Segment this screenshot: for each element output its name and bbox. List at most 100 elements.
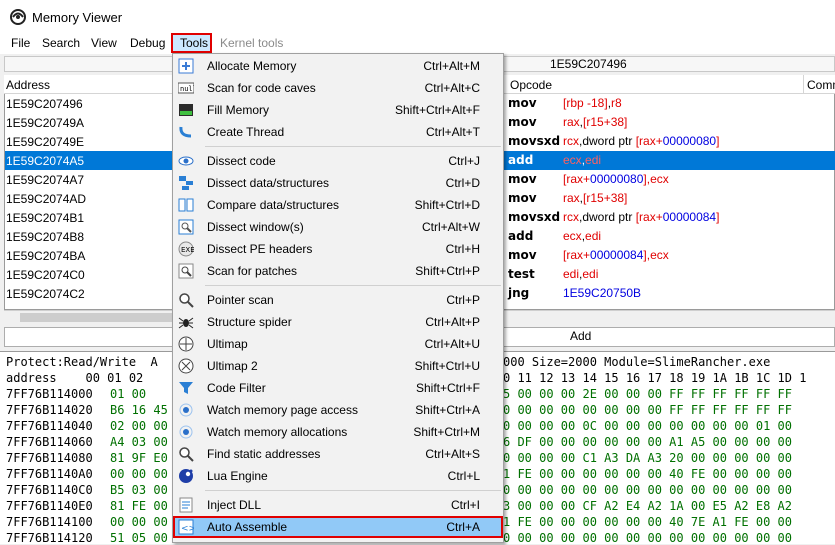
menu-item-pointer-scan[interactable]: Pointer scan Ctrl+P [173, 289, 503, 311]
hex-row-bytes-left[interactable]: B5 03 00 [110, 483, 168, 497]
hex-row-bytes-left[interactable]: B6 16 45 [110, 403, 168, 417]
disasm-address: 1E59C2074C2 [6, 287, 85, 301]
hex-row-address[interactable]: 7FF76B114100 [6, 515, 93, 529]
hex-row-bytes-left[interactable]: 02 00 00 [110, 419, 168, 433]
menu-tools[interactable]: Tools [180, 36, 208, 50]
menu-item-label: Dissect code [207, 154, 276, 168]
column-opcode[interactable]: Opcode [510, 78, 552, 92]
hex-row-bytes-left[interactable]: 01 00 [110, 387, 146, 401]
hex-row-bytes-left[interactable]: 00 00 00 [110, 515, 168, 529]
menu-item-shortcut: Ctrl+Alt+C [424, 81, 480, 95]
hex-row-address[interactable]: 7FF76B114000 [6, 387, 93, 401]
operand-token: [rbp -18] [563, 96, 608, 110]
hex-row-address[interactable]: 7FF76B114080 [6, 451, 93, 465]
menu-item-shortcut: Shift+Ctrl+P [415, 264, 480, 278]
pe-header-icon: EXE [178, 241, 195, 257]
hex-row-address[interactable]: 7FF76B114060 [6, 435, 93, 449]
menu-item-shortcut: Ctrl+H [445, 242, 480, 256]
menu-item-label: Compare data/structures [207, 198, 340, 212]
hex-row-address[interactable]: 7FF76B1140C0 [6, 483, 93, 497]
hex-row-address[interactable]: 7FF76B114040 [6, 419, 93, 433]
hex-row-address[interactable]: 7FF76B1140A0 [6, 467, 93, 481]
menu-item-fill-memory[interactable]: Fill Memory Shift+Ctrl+Alt+F [173, 99, 503, 121]
menu-item-allocate-memory[interactable]: Allocate Memory Ctrl+Alt+M [173, 55, 503, 77]
hex-row-bytes-left[interactable]: 00 00 00 [110, 467, 168, 481]
disasm-opcode: jng [508, 286, 530, 300]
compare-icon [178, 197, 194, 213]
menu-separator [205, 490, 501, 491]
menu-separator [205, 146, 501, 147]
menu-kernel-tools[interactable]: Kernel tools [220, 36, 283, 50]
operand-token: ecx [563, 229, 582, 243]
operand-token: rcx [563, 134, 579, 148]
menu-item-label: Dissect window(s) [207, 220, 304, 234]
operand-token: ecx [650, 248, 669, 262]
hex-row-bytes-right[interactable]: 0 00 00 00 00 00 00 00 00 00 00 00 00 00 [503, 483, 792, 497]
hex-row-bytes-right[interactable]: 3 00 00 00 CF A2 E4 A2 1A 00 E5 A2 E8 A2 [503, 499, 792, 513]
menu-item-watch-memory-allocations[interactable]: Watch memory allocations Shift+Ctrl+M [173, 421, 503, 443]
structures-icon [178, 175, 194, 191]
menu-item-ultimap[interactable]: Ultimap Ctrl+Alt+U [173, 333, 503, 355]
menu-file[interactable]: File [11, 36, 30, 50]
hex-row-bytes-right[interactable]: 6 DF 00 00 00 00 00 00 A1 A5 00 00 00 00 [503, 435, 792, 449]
menu-view[interactable]: View [91, 36, 117, 50]
menu-item-ultimap-2[interactable]: Ultimap 2 Shift+Ctrl+U [173, 355, 503, 377]
hex-row-bytes-left[interactable]: A4 03 00 [110, 435, 168, 449]
hex-row-bytes-right[interactable]: 1 FE 00 00 00 00 00 00 40 7E A1 FE 00 00 [503, 515, 792, 529]
hex-info-right: 000 Size=2000 Module=SlimeRancher.exe [503, 355, 771, 369]
menu-item-structure-spider[interactable]: Structure spider Ctrl+Alt+P [173, 311, 503, 333]
hex-row-bytes-right[interactable]: 5 00 00 00 2E 00 00 00 FF FF FF FF FF FF [503, 387, 792, 401]
menu-item-inject-dll[interactable]: Inject DLL Ctrl+I [173, 494, 503, 516]
menu-item-compare-data-structures[interactable]: Compare data/structures Shift+Ctrl+D [173, 194, 503, 216]
menu-item-dissect-data-structures[interactable]: Dissect data/structures Ctrl+D [173, 172, 503, 194]
menu-item-dissect-code[interactable]: Dissect code Ctrl+J [173, 150, 503, 172]
menu-item-label: Pointer scan [207, 293, 274, 307]
operand-token: r8 [611, 96, 622, 110]
disasm-operands: rcx,dword ptr [rax+00000084] [563, 210, 719, 224]
column-comment[interactable]: Comm [807, 78, 835, 92]
operand-token: 00000084 [662, 210, 717, 224]
disasm-operands: [rax+00000084],ecx [563, 248, 669, 262]
hex-row-bytes-right[interactable]: 0 00 00 00 C1 A3 DA A3 20 00 00 00 00 00 [503, 451, 792, 465]
add-button-label[interactable]: Add [570, 329, 591, 343]
lua-icon [178, 468, 194, 484]
menu-item-create-thread[interactable]: Create Thread Ctrl+Alt+T [173, 121, 503, 143]
operand-token: edi [585, 229, 602, 243]
menu-debug[interactable]: Debug [130, 36, 165, 50]
hex-row-address[interactable]: 7FF76B1140E0 [6, 499, 93, 513]
hex-row-address[interactable]: 7FF76B114020 [6, 403, 93, 417]
menu-item-dissect-pe-headers[interactable]: EXE Dissect PE headers Ctrl+H [173, 238, 503, 260]
menu-item-lua-engine[interactable]: Lua Engine Ctrl+L [173, 465, 503, 487]
menu-item-code-filter[interactable]: Code Filter Shift+Ctrl+F [173, 377, 503, 399]
hex-row-bytes-right[interactable]: 0 00 00 00 0C 00 00 00 00 00 00 00 01 00 [503, 419, 792, 433]
hex-row-bytes-left[interactable]: 81 9F E0 [110, 451, 168, 465]
disasm-operands: rax,[r15+38] [563, 115, 627, 129]
svg-text:<>: <> [181, 524, 194, 534]
hex-row-bytes-left[interactable]: 81 FE 00 [110, 499, 168, 513]
svg-text:EXE: EXE [181, 246, 194, 254]
menu-item-scan-for-code-caves[interactable]: null Scan for code caves Ctrl+Alt+C [173, 77, 503, 99]
magnifier-icon [178, 292, 194, 308]
menu-item-watch-memory-page-access[interactable]: Watch memory page access Shift+Ctrl+A [173, 399, 503, 421]
disasm-opcode: mov [508, 96, 537, 110]
hex-header-left: address 00 01 02 [6, 371, 144, 385]
plus-icon [178, 58, 194, 74]
dll-icon [178, 497, 194, 513]
disasm-address: 1E59C207496 [6, 97, 83, 111]
operand-token: ] [716, 134, 720, 148]
disasm-opcode: movsxd [508, 134, 561, 148]
menu-item-label: Inject DLL [207, 498, 262, 512]
menu-item-dissect-window-s[interactable]: Dissect window(s) Ctrl+Alt+W [173, 216, 503, 238]
menu-search[interactable]: Search [42, 36, 80, 50]
hex-row-bytes-right[interactable]: 0 00 00 00 00 00 00 00 FF FF FF FF FF FF [503, 403, 792, 417]
menu-item-scan-for-patches[interactable]: Scan for patches Shift+Ctrl+P [173, 260, 503, 282]
menu-item-auto-assemble[interactable]: <> Auto Assemble Ctrl+A [173, 516, 503, 538]
menu-item-label: Auto Assemble [207, 520, 288, 534]
operand-token: ,dword ptr [579, 134, 636, 148]
column-address[interactable]: Address [6, 78, 50, 92]
menu-item-shortcut: Ctrl+A [446, 520, 480, 534]
hex-row-bytes-right[interactable]: 1 FE 00 00 00 00 00 00 40 FE 00 00 00 00 [503, 467, 792, 481]
menu-item-label: Scan for patches [207, 264, 298, 278]
menu-item-find-static-addresses[interactable]: Find static addresses Ctrl+Alt+S [173, 443, 503, 465]
column-separator[interactable] [803, 75, 804, 93]
